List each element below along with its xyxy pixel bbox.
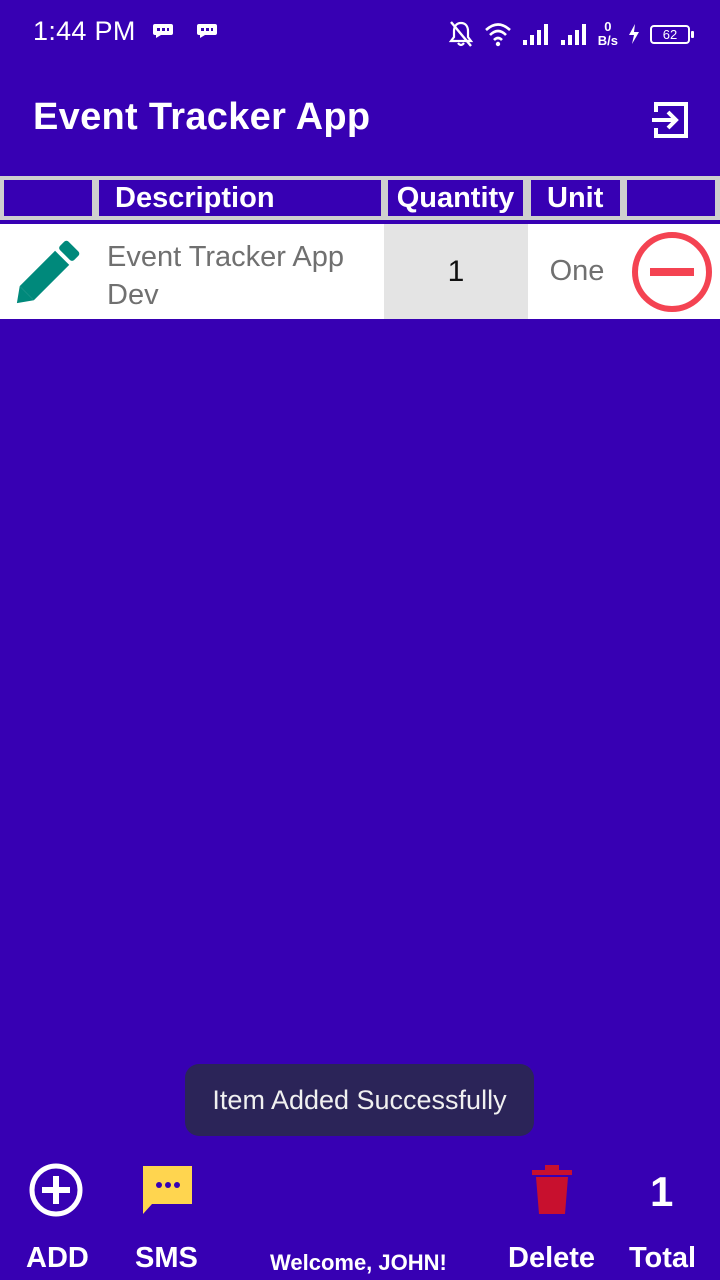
row-description: Event Tracker App Dev (107, 241, 344, 311)
network-speed-unit: B/s (597, 33, 618, 48)
table-header: Description Quantity Unit (0, 176, 720, 220)
status-icons: 0 B/s 62 (448, 16, 694, 52)
header-edit-column (4, 180, 92, 216)
logout-icon[interactable] (648, 98, 692, 142)
row-quantity[interactable]: 1 (384, 224, 528, 319)
delete-trash-icon[interactable] (530, 1164, 574, 1216)
charging-bolt-icon (629, 24, 639, 44)
toast-message: Item Added Successfully (212, 1084, 507, 1115)
delete-label[interactable]: Delete (508, 1242, 595, 1275)
welcome-message: Welcome, JOHN! (270, 1250, 447, 1275)
status-time: 1:44 PM (33, 16, 136, 46)
message-notification-icon-2 (197, 24, 217, 38)
signal-icon-2 (560, 24, 586, 45)
toast-notification: Item Added Successfully (185, 1064, 534, 1136)
total-count: 1 (650, 1168, 674, 1215)
app-title: Event Tracker App (33, 96, 371, 138)
edit-pencil-icon[interactable] (10, 234, 86, 310)
status-bar: 1:44 PM 0 B/s 62 (0, 0, 720, 66)
battery-indicator: 62 (650, 24, 694, 44)
header-unit: Unit (531, 180, 620, 216)
wifi-icon (484, 23, 511, 47)
remove-item-icon[interactable] (630, 230, 714, 314)
add-circle-icon[interactable] (28, 1162, 84, 1218)
row-quantity-value: 1 (447, 254, 465, 288)
header-description: Description (99, 180, 381, 216)
total-label: Total (629, 1242, 697, 1274)
notifications-off-icon (448, 21, 473, 47)
sms-icon[interactable] (140, 1162, 196, 1218)
signal-icon-1 (522, 24, 548, 45)
row-unit: One (549, 255, 605, 287)
message-notification-icon (153, 24, 173, 38)
sms-label[interactable]: SMS (135, 1242, 198, 1275)
add-label[interactable]: ADD (26, 1242, 89, 1275)
header-remove-column (627, 180, 715, 216)
battery-level: 62 (662, 26, 678, 42)
network-speed: 0 B/s (598, 20, 618, 48)
network-speed-value: 0 (604, 19, 612, 34)
header-quantity: Quantity (388, 180, 523, 216)
